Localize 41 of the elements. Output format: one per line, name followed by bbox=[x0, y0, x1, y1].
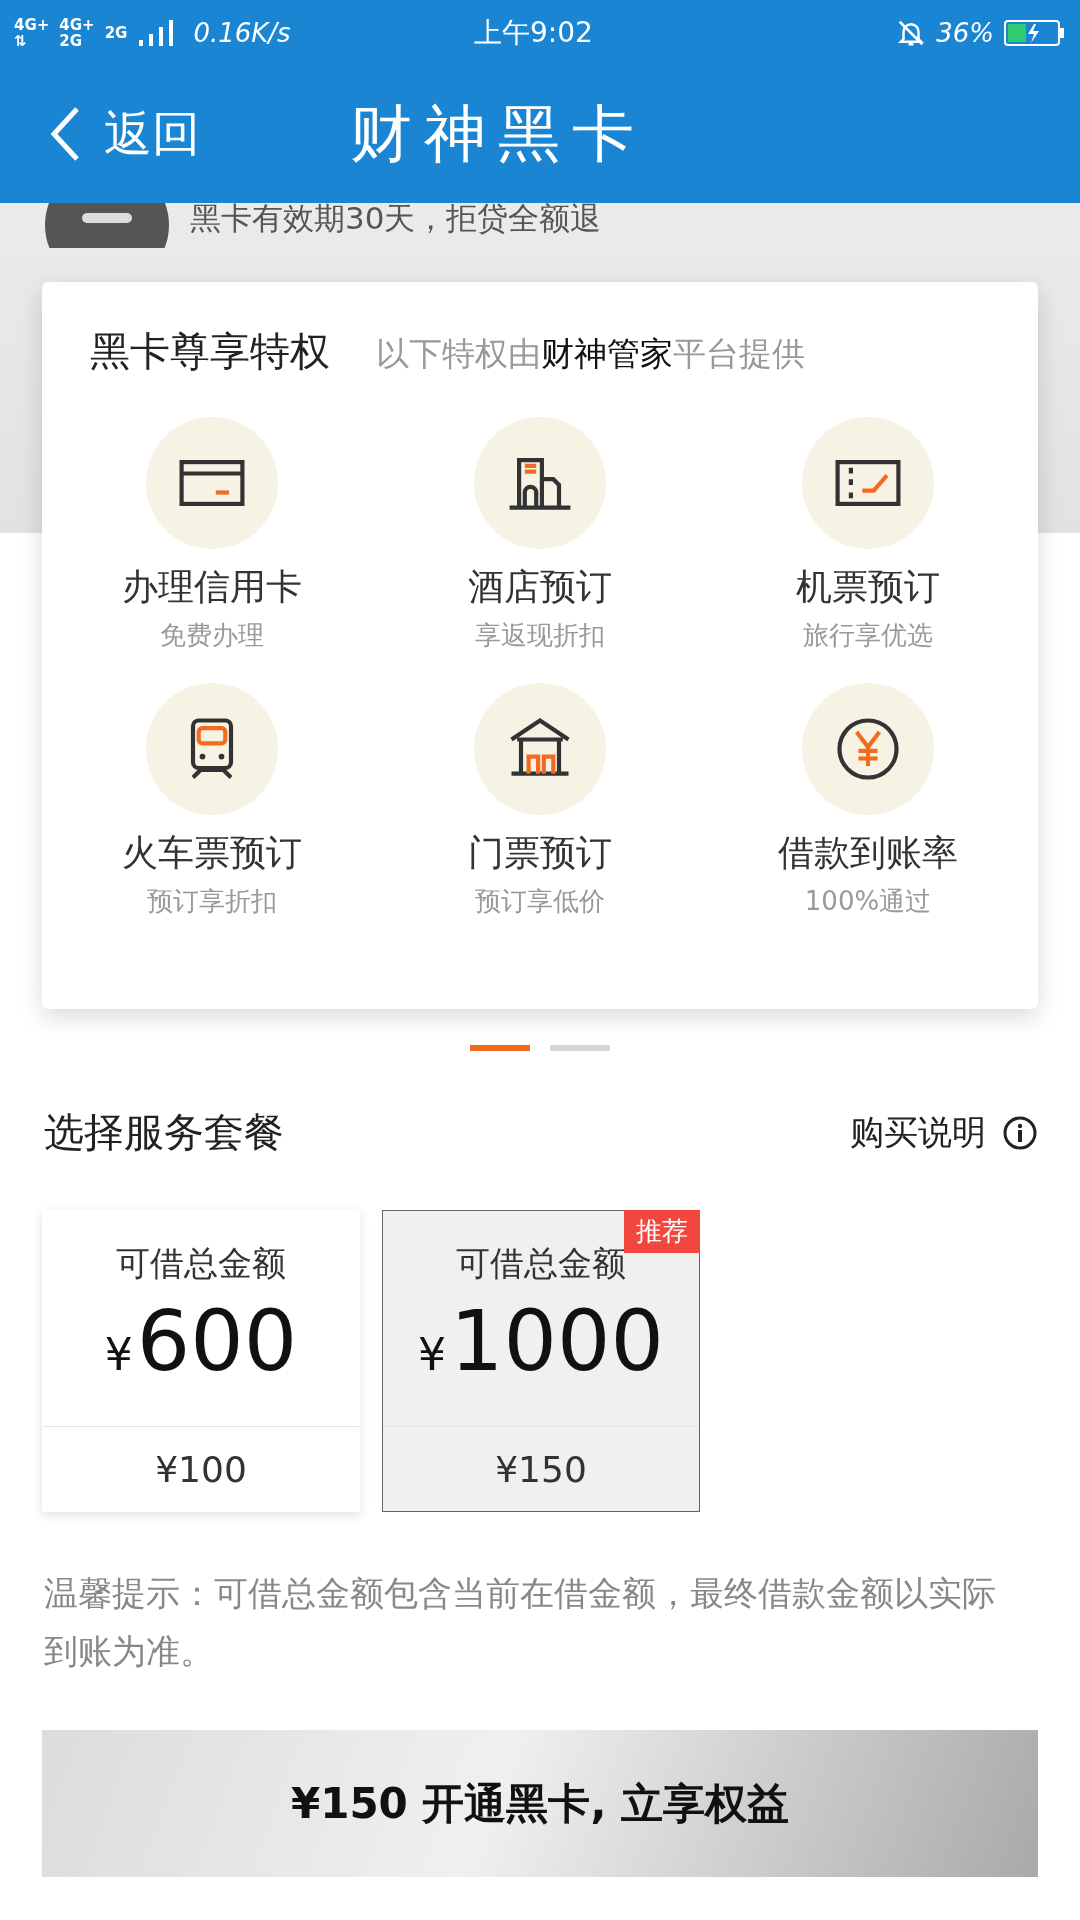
network-label: 4G+ bbox=[59, 16, 95, 33]
privilege-caption: 免费办理 bbox=[160, 619, 264, 652]
plan-amount: ¥600 bbox=[104, 1299, 298, 1383]
network-label: 4G+ bbox=[14, 16, 50, 33]
page-title: 财神黑卡 bbox=[350, 96, 646, 172]
plan-option[interactable]: 可借总金额 ¥600 ¥100 bbox=[42, 1210, 360, 1512]
info-icon bbox=[1002, 1114, 1038, 1151]
clock: 上午9:02 bbox=[474, 14, 594, 51]
back-button[interactable]: 返回 bbox=[50, 102, 200, 166]
privilege-label: 火车票预订 bbox=[122, 831, 302, 875]
plan-price: ¥150 bbox=[494, 1447, 588, 1492]
network-label: 2G bbox=[104, 24, 128, 41]
privilege-label: 办理信用卡 bbox=[122, 565, 302, 609]
network-label: 2G bbox=[59, 32, 83, 49]
network-label: ⇅ bbox=[14, 32, 27, 49]
network-speed: 0.16K/s bbox=[193, 17, 291, 48]
privilege-label: 机票预订 bbox=[796, 565, 940, 609]
purchase-info-button[interactable]: 购买说明 bbox=[850, 1109, 1038, 1156]
battery-icon bbox=[1004, 18, 1066, 47]
privilege-label: 借款到账率 bbox=[778, 831, 958, 875]
plan-amount: ¥1000 bbox=[418, 1299, 664, 1383]
privilege-caption: 享返现折扣 bbox=[475, 619, 605, 652]
card-title: 黑卡尊享特权 bbox=[90, 327, 330, 376]
banner-text: 黑卡有效期30天，拒贷全额退 bbox=[190, 203, 602, 238]
privilege-caption: 预订享低价 bbox=[475, 885, 605, 918]
section-title: 选择服务套餐 bbox=[44, 1108, 284, 1157]
chevron-left-icon bbox=[50, 106, 80, 162]
privilege-caption: 旅行享优选 bbox=[803, 619, 933, 652]
privilege-caption: 预订享折扣 bbox=[147, 885, 277, 918]
battery-percent: 36% bbox=[936, 17, 994, 48]
card-subtitle: 以下特权由财神管家平台提供 bbox=[376, 333, 805, 375]
privilege-label: 门票预订 bbox=[468, 831, 612, 875]
plan-option[interactable]: 可借总金额 ¥1000 ¥150 推荐 bbox=[382, 1210, 700, 1512]
activate-button[interactable]: ¥150 开通黑卡, 立享权益 bbox=[42, 1730, 1038, 1877]
plan-label: 可借总金额 bbox=[116, 1242, 286, 1285]
plan-price: ¥100 bbox=[154, 1447, 248, 1492]
privilege-caption: 100%通过 bbox=[804, 885, 932, 918]
tip-text: 温馨提示：可借总金额包含当前在借金额，最终借款金额以实际到账为准。 bbox=[44, 1572, 997, 1673]
recommended-badge: 推荐 bbox=[624, 1210, 700, 1253]
privilege-label: 酒店预订 bbox=[468, 565, 612, 609]
plan-label: 可借总金额 bbox=[456, 1242, 626, 1285]
